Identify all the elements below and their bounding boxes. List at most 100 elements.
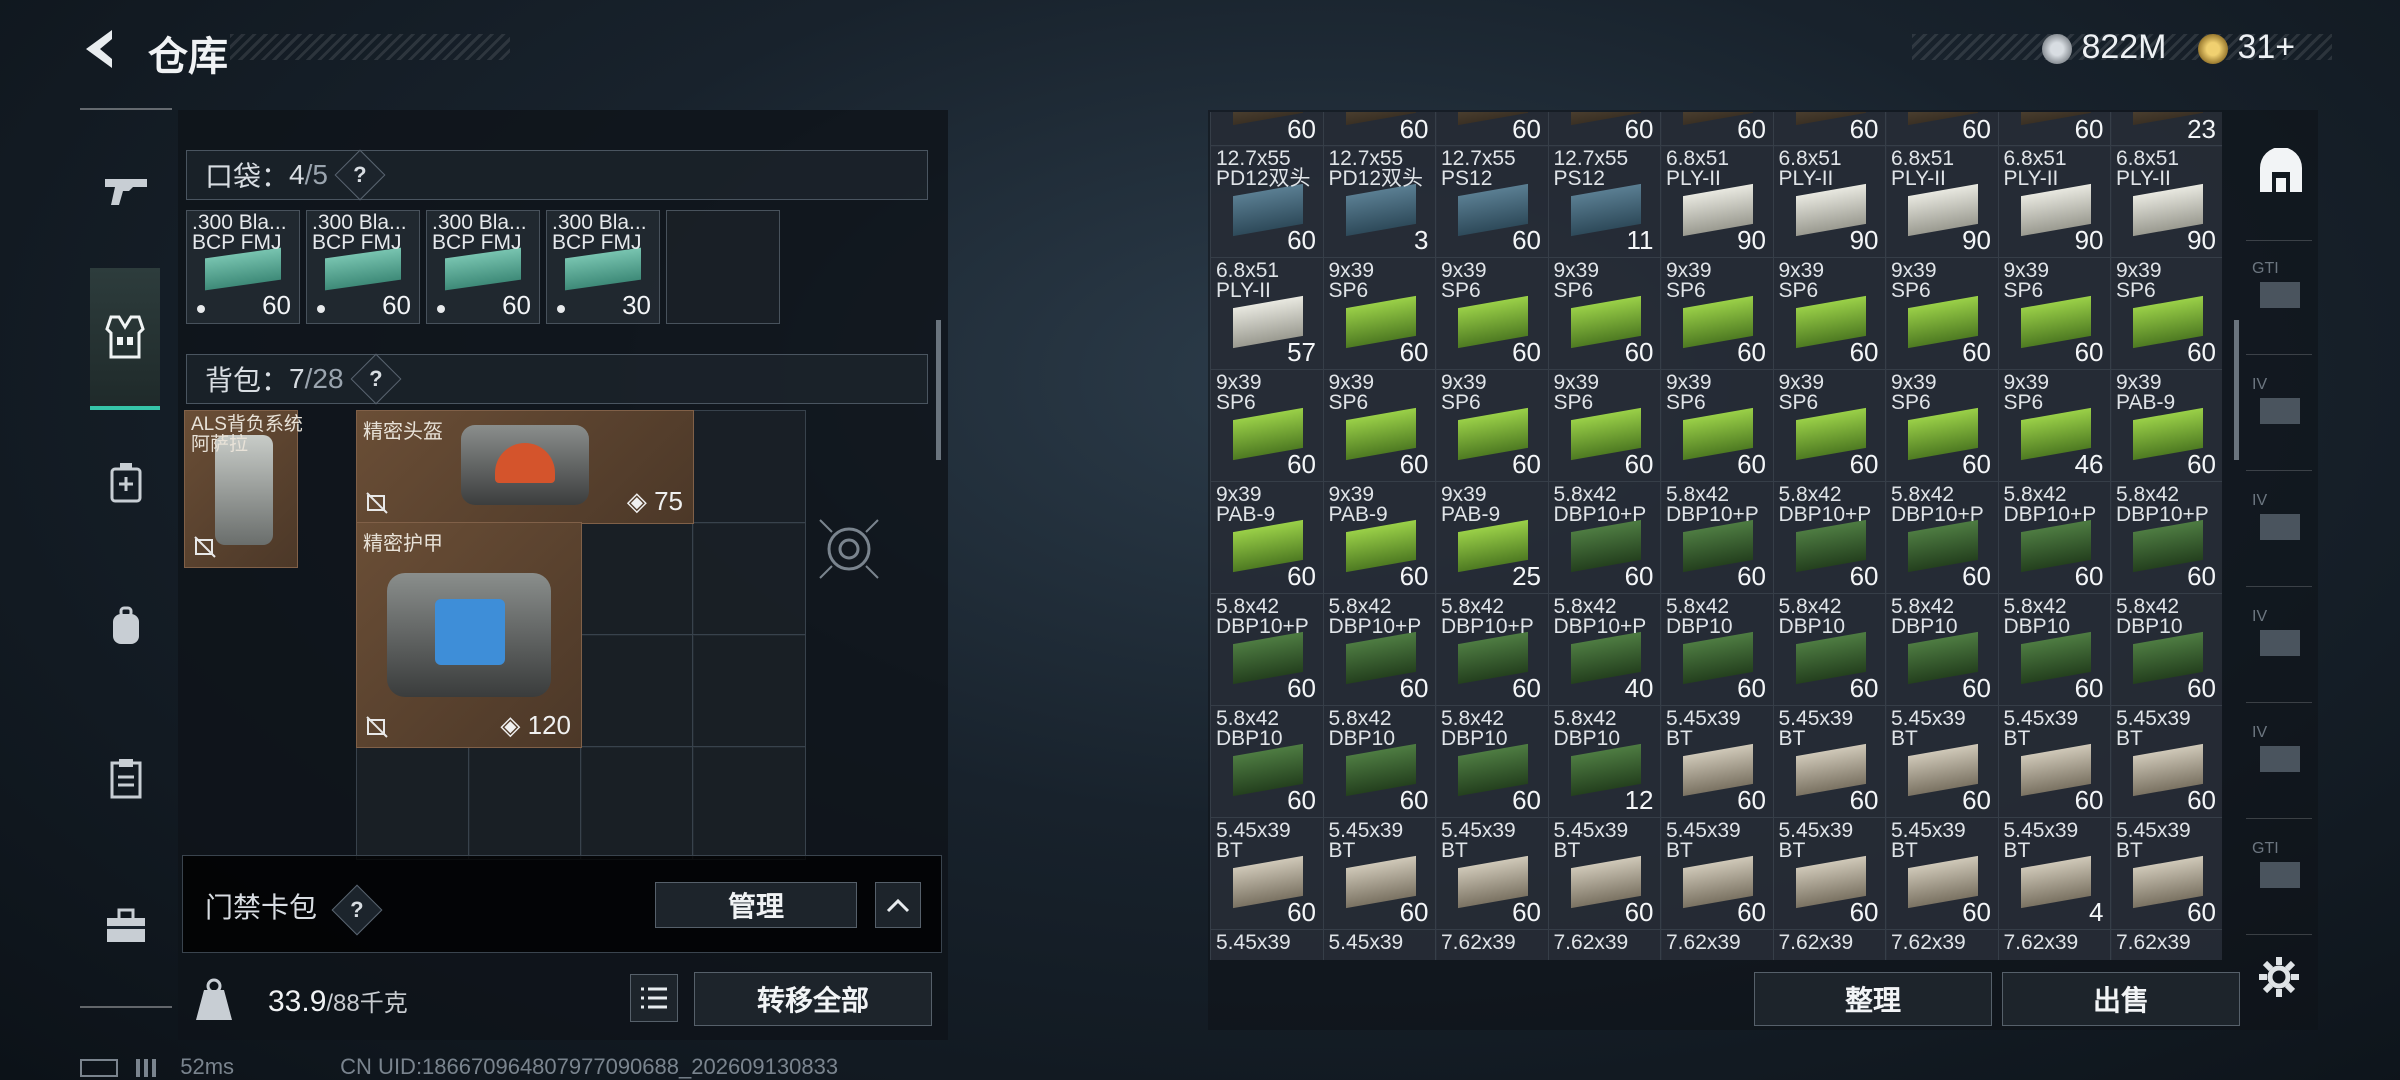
warehouse-item[interactable]: 12.7x55 PS12 11: [1547, 145, 1662, 258]
pocket-slot-empty[interactable]: [666, 210, 780, 324]
warehouse-item[interactable]: 5.8x42 DBP10 60: [1210, 705, 1324, 818]
warehouse-item[interactable]: 9x39 SP6 60: [1772, 257, 1887, 370]
warehouse-item[interactable]: 6.8x51 PLY-II 90: [1997, 145, 2112, 258]
nav-weapons[interactable]: [90, 154, 162, 226]
warehouse-item[interactable]: 5.45x39 BT 60: [2110, 705, 2222, 818]
warehouse-item[interactable]: 9x39 PAB-9 60: [2110, 369, 2222, 482]
warehouse-item[interactable]: 5.45x39 BT 60: [1885, 817, 1999, 930]
warehouse-item[interactable]: 9x39 SP6 60: [1660, 257, 1774, 370]
warehouse-item[interactable]: 60: [1772, 112, 1887, 147]
currency-tokens[interactable]: 31+: [2198, 28, 2295, 67]
keycard-manage-button[interactable]: 管理: [655, 882, 857, 928]
warehouse-item[interactable]: 12.7x55 PD12双头 3: [1322, 145, 1437, 258]
warehouse-item[interactable]: 60: [1997, 112, 2112, 147]
keycard-help-icon[interactable]: ?: [331, 884, 383, 936]
warehouse-item[interactable]: 9x39 SP6 60: [1885, 257, 1999, 370]
warehouse-item[interactable]: 60: [1547, 112, 1662, 147]
pocket-help-icon[interactable]: ?: [334, 149, 386, 201]
warehouse-item[interactable]: 12.7x55 PS12 60: [1435, 145, 1549, 258]
warehouse-item[interactable]: 5.8x42 DBP10+P 60: [1772, 481, 1887, 594]
warehouse-item[interactable]: 9x39 SP6 60: [1322, 369, 1437, 482]
warehouse-item[interactable]: 5.8x42 DBP10+P 60: [1885, 481, 1999, 594]
backpack-item[interactable]: ALS背负系统 阿萨拉: [184, 410, 303, 568]
nav-documents[interactable]: [90, 742, 162, 814]
collapse-button[interactable]: [875, 882, 921, 928]
warehouse-tab[interactable]: IV: [2246, 474, 2312, 587]
warehouse-item[interactable]: 5.8x42 DBP10 60: [1322, 705, 1437, 818]
warehouse-item[interactable]: 5.45x39 BT 60: [1772, 817, 1887, 930]
warehouse-item[interactable]: 7.62x39: [1547, 929, 1662, 960]
warehouse-tab[interactable]: IV: [2246, 358, 2312, 471]
warehouse-item[interactable]: 5.8x42 DBP10+P 60: [1997, 481, 2112, 594]
warehouse-scrollbar[interactable]: [2234, 320, 2239, 460]
armor-item[interactable]: 精密护甲 ◈ 120: [356, 522, 582, 748]
warehouse-item[interactable]: 5.45x39: [1210, 929, 1324, 960]
warehouse-item[interactable]: 6.8x51 PLY-II 90: [1772, 145, 1887, 258]
warehouse-item[interactable]: 5.45x39 BT 60: [1885, 705, 1999, 818]
warehouse-item[interactable]: 5.8x42 DBP10 60: [1435, 705, 1549, 818]
warehouse-item[interactable]: 7.62x39: [1997, 929, 2112, 960]
warehouse-tab[interactable]: GTI: [2246, 822, 2312, 935]
warehouse-item[interactable]: 9x39 SP6 60: [1660, 369, 1774, 482]
sort-button[interactable]: 整理: [1754, 972, 1992, 1026]
warehouse-item[interactable]: 5.8x42 DBP10 60: [1885, 593, 1999, 706]
warehouse-item[interactable]: 6.8x51 PLY-II 57: [1210, 257, 1324, 370]
pocket-slot[interactable]: .300 Bla... BCP FMJ 60: [186, 210, 300, 324]
warehouse-item[interactable]: 5.8x42 DBP10 60: [1660, 593, 1774, 706]
warehouse-item[interactable]: 12.7x55 PD12双头 60: [1210, 145, 1324, 258]
warehouse-item[interactable]: 60: [1660, 112, 1774, 147]
warehouse-item[interactable]: 5.45x39: [1322, 929, 1437, 960]
warehouse-item[interactable]: 7.62x39: [2110, 929, 2222, 960]
warehouse-item[interactable]: 5.45x39 BT 4: [1997, 817, 2112, 930]
currency-coins[interactable]: 822M: [2042, 28, 2167, 67]
warehouse-item[interactable]: 6.8x51 PLY-II 90: [1660, 145, 1774, 258]
warehouse-item[interactable]: 9x39 SP6 60: [1547, 369, 1662, 482]
back-arrow-icon[interactable]: [78, 26, 124, 72]
warehouse-item[interactable]: 9x39 PAB-9 25: [1435, 481, 1549, 594]
gear-icon[interactable]: [2256, 954, 2302, 1000]
warehouse-item[interactable]: 5.45x39 BT 60: [1547, 817, 1662, 930]
warehouse-item[interactable]: 5.45x39 BT 60: [2110, 817, 2222, 930]
warehouse-tab[interactable]: IV: [2246, 706, 2312, 819]
warehouse-item[interactable]: 5.8x42 DBP10 60: [1772, 593, 1887, 706]
warehouse-tab[interactable]: GTI: [2246, 242, 2312, 355]
warehouse-item[interactable]: 9x39 PAB-9 60: [1210, 481, 1324, 594]
nav-toolbox[interactable]: [90, 890, 162, 962]
pocket-slot[interactable]: .300 Bla... BCP FMJ 60: [306, 210, 420, 324]
warehouse-item[interactable]: 5.45x39 BT 60: [1210, 817, 1324, 930]
warehouse-item[interactable]: 5.8x42 DBP10+P 60: [1322, 593, 1437, 706]
warehouse-item[interactable]: 60: [1210, 112, 1324, 147]
warehouse-item[interactable]: 5.45x39 BT 60: [1660, 817, 1774, 930]
pocket-slot[interactable]: .300 Bla... BCP FMJ 60: [426, 210, 540, 324]
loadout-scrollbar[interactable]: [936, 320, 941, 460]
warehouse-item[interactable]: 9x39 SP6 46: [1997, 369, 2112, 482]
warehouse-item[interactable]: 9x39 SP6 60: [1435, 257, 1549, 370]
list-view-button[interactable]: [630, 974, 678, 1022]
warehouse-item[interactable]: 5.8x42 DBP10 12: [1547, 705, 1662, 818]
warehouse-item[interactable]: 9x39 SP6 60: [1322, 257, 1437, 370]
warehouse-item[interactable]: 60: [1322, 112, 1437, 147]
warehouse-item[interactable]: 5.45x39 BT 60: [1660, 705, 1774, 818]
sell-button[interactable]: 出售: [2002, 972, 2240, 1026]
warehouse-item[interactable]: 9x39 SP6 60: [1435, 369, 1549, 482]
warehouse-item[interactable]: 9x39 SP6 60: [1772, 369, 1887, 482]
warehouse-item[interactable]: 5.45x39 BT 60: [1435, 817, 1549, 930]
warehouse-item[interactable]: 5.8x42 DBP10+P 40: [1547, 593, 1662, 706]
warehouse-item[interactable]: 23: [2110, 112, 2222, 147]
warehouse-item[interactable]: 7.62x39: [1772, 929, 1887, 960]
warehouse-item[interactable]: 60: [1885, 112, 1999, 147]
warehouse-item[interactable]: 5.8x42 DBP10+P 60: [1435, 593, 1549, 706]
target-crosshair-icon[interactable]: [818, 518, 880, 580]
warehouse-item[interactable]: 9x39 SP6 60: [1885, 369, 1999, 482]
warehouse-item[interactable]: 5.8x42 DBP10+P 60: [1210, 593, 1324, 706]
warehouse-item[interactable]: 7.62x39: [1660, 929, 1774, 960]
pocket-slot[interactable]: .300 Bla... BCP FMJ 30: [546, 210, 660, 324]
nav-medical[interactable]: [90, 446, 162, 518]
warehouse-item[interactable]: 5.45x39 BT 60: [1997, 705, 2112, 818]
transfer-all-button[interactable]: 转移全部: [694, 972, 932, 1026]
warehouse-item[interactable]: 5.8x42 DBP10+P 60: [1547, 481, 1662, 594]
warehouse-item[interactable]: 9x39 SP6 60: [1547, 257, 1662, 370]
warehouse-item[interactable]: 7.62x39: [1435, 929, 1549, 960]
nav-equipment[interactable]: [90, 268, 160, 410]
warehouse-tab[interactable]: IV: [2246, 590, 2312, 703]
